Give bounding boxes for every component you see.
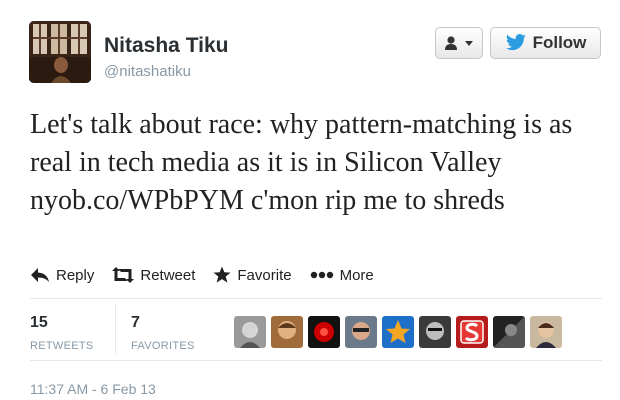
reply-label: Reply	[56, 266, 95, 284]
favoriter-avatar[interactable]	[271, 316, 303, 348]
user-handle[interactable]: @nitashatiku	[104, 63, 191, 80]
tweet-link[interactable]: nyob.co/WPbPYM	[30, 185, 244, 216]
favorites-stat[interactable]: 7 FAVORITES	[131, 314, 195, 352]
follow-button[interactable]: Follow	[490, 27, 601, 59]
favoriter-avatar[interactable]	[308, 316, 340, 348]
favoriter-avatar[interactable]	[530, 316, 562, 348]
divider-bottom	[30, 360, 602, 361]
favorite-button[interactable]: Favorite	[213, 266, 292, 284]
tweet-text-before-link: Let's talk about race: why pattern-match…	[30, 109, 573, 178]
reply-icon	[31, 268, 49, 282]
tweet-timestamp[interactable]: 11:37 AM - 6 Feb 13	[30, 381, 156, 397]
favorite-label: Favorite	[237, 266, 292, 284]
user-actions-button[interactable]	[435, 27, 483, 59]
favoriter-avatar[interactable]	[345, 316, 377, 348]
retweets-label: RETWEETS	[30, 340, 94, 352]
tweet-actions: Reply Retweet Favorite More	[30, 264, 392, 286]
retweet-label: Retweet	[140, 266, 196, 284]
follow-label: Follow	[532, 33, 587, 52]
stat-separator	[115, 304, 116, 354]
favoriter-avatar[interactable]	[493, 316, 525, 348]
caret-down-icon	[465, 41, 473, 46]
more-dots-icon	[310, 271, 333, 279]
favorites-count: 7	[131, 314, 140, 331]
retweets-count: 15	[30, 314, 48, 331]
favoriter-avatar[interactable]	[419, 316, 451, 348]
reply-button[interactable]: Reply	[30, 267, 94, 284]
user-name[interactable]: Nitasha Tiku	[104, 34, 228, 58]
twitter-bird-icon	[505, 34, 526, 51]
more-button[interactable]: More	[310, 267, 374, 284]
retweets-stat[interactable]: 15 RETWEETS	[30, 314, 94, 352]
retweet-button[interactable]: Retweet	[112, 267, 195, 284]
tweet-text-after-link: c'mon rip me to shreds	[243, 185, 505, 216]
star-icon	[213, 266, 231, 283]
retweet-icon	[112, 267, 135, 283]
favorites-label: FAVORITES	[131, 340, 195, 352]
favoriters-avatars	[234, 316, 562, 348]
favoriter-avatar[interactable]	[456, 316, 488, 348]
user-icon	[445, 36, 457, 50]
more-label: More	[339, 266, 374, 284]
favoriter-avatar[interactable]	[382, 316, 414, 348]
profile-avatar[interactable]	[29, 21, 91, 83]
tweet-text: Let's talk about race: why pattern-match…	[30, 106, 610, 220]
divider-top	[30, 298, 602, 299]
favoriter-avatar[interactable]	[234, 316, 266, 348]
